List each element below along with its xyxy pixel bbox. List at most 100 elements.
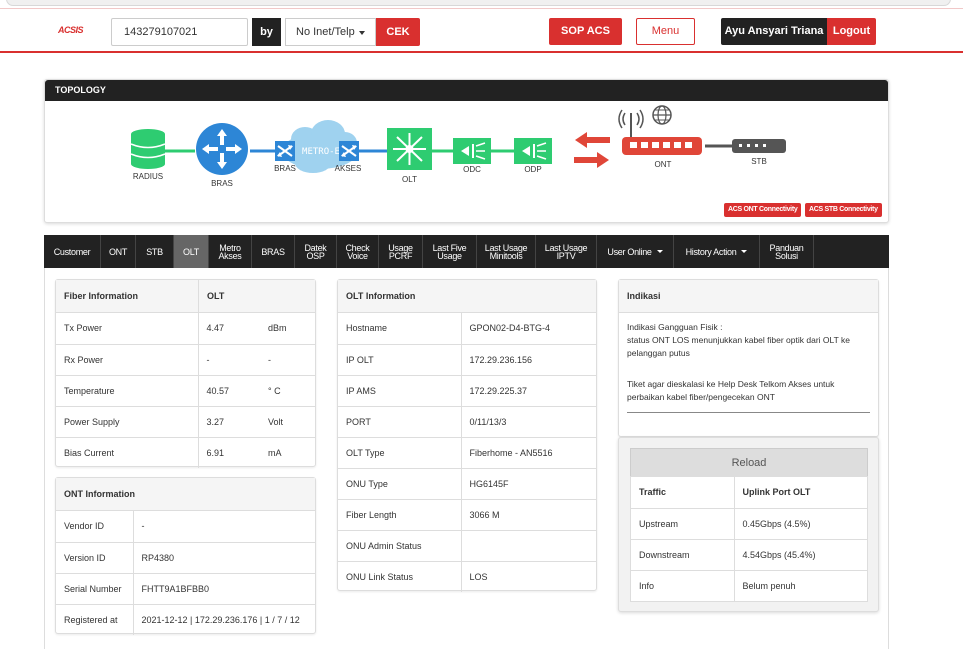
tab-label-line2: Solusi	[775, 250, 798, 261]
traffic-panel: Reload Traffic Uplink Port OLT Upstream 0.…	[618, 437, 879, 612]
ont-label: ONT	[655, 160, 672, 169]
table-row: IP OLT 172.29.236.156	[338, 343, 596, 375]
row-value: 3.27	[197, 405, 260, 437]
caret-down-icon	[359, 31, 365, 35]
akses-switch-icon	[339, 141, 359, 161]
table-row: Tx Power 4.47 dBm	[56, 313, 315, 344]
globe-icon	[652, 105, 672, 125]
tab-label: BRAS	[261, 246, 285, 257]
bras-router-icon	[196, 123, 248, 175]
fiber-information-panel: Fiber Information OLT Tx Power 4.47 dBm Rx…	[55, 279, 316, 468]
row-value: Belum penuh	[733, 569, 867, 601]
olt-information-table: Hostname GPON02-D4-BTG-4 IP OLT 172.29.236…	[338, 313, 596, 592]
row-label: OLT Type	[338, 436, 461, 468]
table-row: Hostname GPON02-D4-BTG-4	[338, 313, 596, 344]
tab-datek-osp[interactable]: Datek OSP	[295, 235, 337, 268]
acs-ont-connectivity-badge[interactable]: ACS ONT Connectivity	[724, 203, 802, 217]
table-row: Downstream 4.54Gbps (45.4%)	[631, 538, 867, 570]
bras2-label: BRAS	[274, 164, 296, 173]
table-row: ONU Type HG6145F	[338, 467, 596, 499]
row-value: FHTT9A1BFBB0	[132, 572, 315, 604]
row-value: 4.47	[197, 313, 260, 344]
tab-ont[interactable]: ONT	[101, 235, 136, 268]
acs-stb-connectivity-badge[interactable]: ACS STB Connectivity	[805, 203, 882, 217]
menu-button[interactable]: Menu	[636, 18, 695, 45]
row-value: 3066 M	[460, 498, 596, 530]
table-row: Fiber Length 3066 M	[338, 498, 596, 530]
bras-switch-icon	[275, 141, 295, 161]
row-value: GPON02-D4-BTG-4	[460, 313, 596, 344]
search-input[interactable]	[111, 18, 248, 46]
tab-history-action[interactable]: History Action	[674, 235, 760, 268]
tab-customer[interactable]: Customer	[44, 235, 101, 268]
row-unit: ° C	[260, 374, 315, 406]
fiber-information-title: Fiber Information	[64, 291, 138, 301]
row-unit: dBm	[268, 323, 287, 334]
row-label: Info	[631, 569, 734, 601]
row-label: Serial Number	[56, 572, 133, 604]
tab-last-usage-iptv[interactable]: Last Usage IPTV	[536, 235, 597, 268]
row-value: -	[197, 343, 260, 375]
tab-label-line2: Usage	[437, 250, 462, 261]
search-type-select[interactable]: No Inet/Telp	[285, 18, 376, 46]
wifi-antenna-icon	[618, 109, 644, 139]
row-value: 4.54Gbps (45.4%)	[733, 538, 867, 570]
tab-metro-akses[interactable]: Metro Akses	[209, 235, 252, 268]
fiber-information-header: Fiber Information OLT	[56, 280, 315, 313]
row-label: ONU Type	[338, 467, 461, 499]
row-unit: -	[260, 343, 315, 375]
tab-panduan-solusi[interactable]: Panduan Solusi	[760, 235, 814, 268]
row-value: -	[132, 511, 315, 542]
tab-usage-pcrf[interactable]: Usage PCRF	[379, 235, 423, 268]
tab-label: User Online	[607, 246, 652, 257]
tab-bras[interactable]: BRAS	[252, 235, 295, 268]
row-label: Fiber Length	[338, 498, 461, 530]
table-row: ONU Admin Status	[338, 529, 596, 561]
cek-button[interactable]: CEK	[376, 18, 420, 46]
row-label: Upstream	[631, 507, 734, 539]
table-row: Power Supply 3.27 Volt	[56, 405, 315, 437]
tab-label-line2: IPTV	[556, 250, 576, 261]
olt-label: OLT	[402, 175, 417, 184]
browser-top-strip	[0, 0, 963, 9]
main-tabbar: Customer ONT STB OLT Metro Akses BRAS Dat…	[44, 235, 889, 268]
row-label: ONU Admin Status	[338, 529, 461, 561]
indikasi-body: Indikasi Gangguan Fisik : status ONT LOS…	[619, 313, 878, 404]
user-name-badge[interactable]: Ayu Ansyari Triana	[721, 18, 827, 45]
row-label: Version ID	[56, 541, 133, 573]
row-label: Tx Power	[64, 323, 103, 334]
tab-label: STB	[146, 246, 163, 257]
logout-button[interactable]: Logout	[827, 18, 876, 45]
olt-information-panel: OLT Information Hostname GPON02-D4-BTG-4 …	[337, 279, 597, 592]
tab-check-voice[interactable]: Check Voice	[337, 235, 379, 268]
tab-last-five-usage[interactable]: Last Five Usage	[423, 235, 477, 268]
metro-e-label: METRO-E	[302, 147, 340, 157]
row-label: ONU Link Status	[338, 560, 461, 592]
ont-information-panel: ONT Information Vendor ID - Version ID RP4…	[55, 477, 316, 635]
table-row: IP AMS 172.29.225.37	[338, 374, 596, 406]
sop-acs-button[interactable]: SOP ACS	[549, 18, 622, 45]
table-row: Upstream 0.45Gbps (4.5%)	[631, 507, 867, 539]
tab-label: History Action	[685, 246, 737, 257]
row-unit: Volt	[260, 405, 315, 437]
ont-information-table: Vendor ID - Version ID RP4380 Serial Numbe…	[56, 511, 315, 635]
tab-user-online[interactable]: User Online	[597, 235, 674, 268]
row-value: Fiberhome - AN5516	[460, 436, 596, 468]
row-label: IP OLT	[338, 343, 461, 375]
tab-label: ONT	[108, 246, 128, 257]
acsis-logo[interactable]: ACSIS	[58, 25, 84, 35]
indikasi-header: Indikasi	[619, 280, 878, 313]
akses-label: AKSES	[335, 164, 362, 173]
tab-last-usage-minitools[interactable]: Last Usage Minitools	[477, 235, 536, 268]
ont-information-header: ONT Information	[56, 478, 315, 511]
table-row: Rx Power - -	[56, 343, 315, 375]
search-type-value: No Inet/Telp	[296, 26, 355, 38]
tab-stb[interactable]: STB	[136, 235, 174, 268]
table-row: Registered at 2021-12-12 | 172.29.236.176…	[56, 603, 315, 635]
row-value: 2021-12-12 | 172.29.236.176 | 1 / 7 / 12	[132, 603, 315, 635]
tab-olt[interactable]: OLT	[174, 235, 209, 268]
odp-icon	[514, 138, 552, 164]
table-row: ONU Link Status LOS	[338, 560, 596, 592]
reload-button[interactable]: Reload	[630, 448, 868, 476]
row-label: Downstream	[631, 538, 734, 570]
